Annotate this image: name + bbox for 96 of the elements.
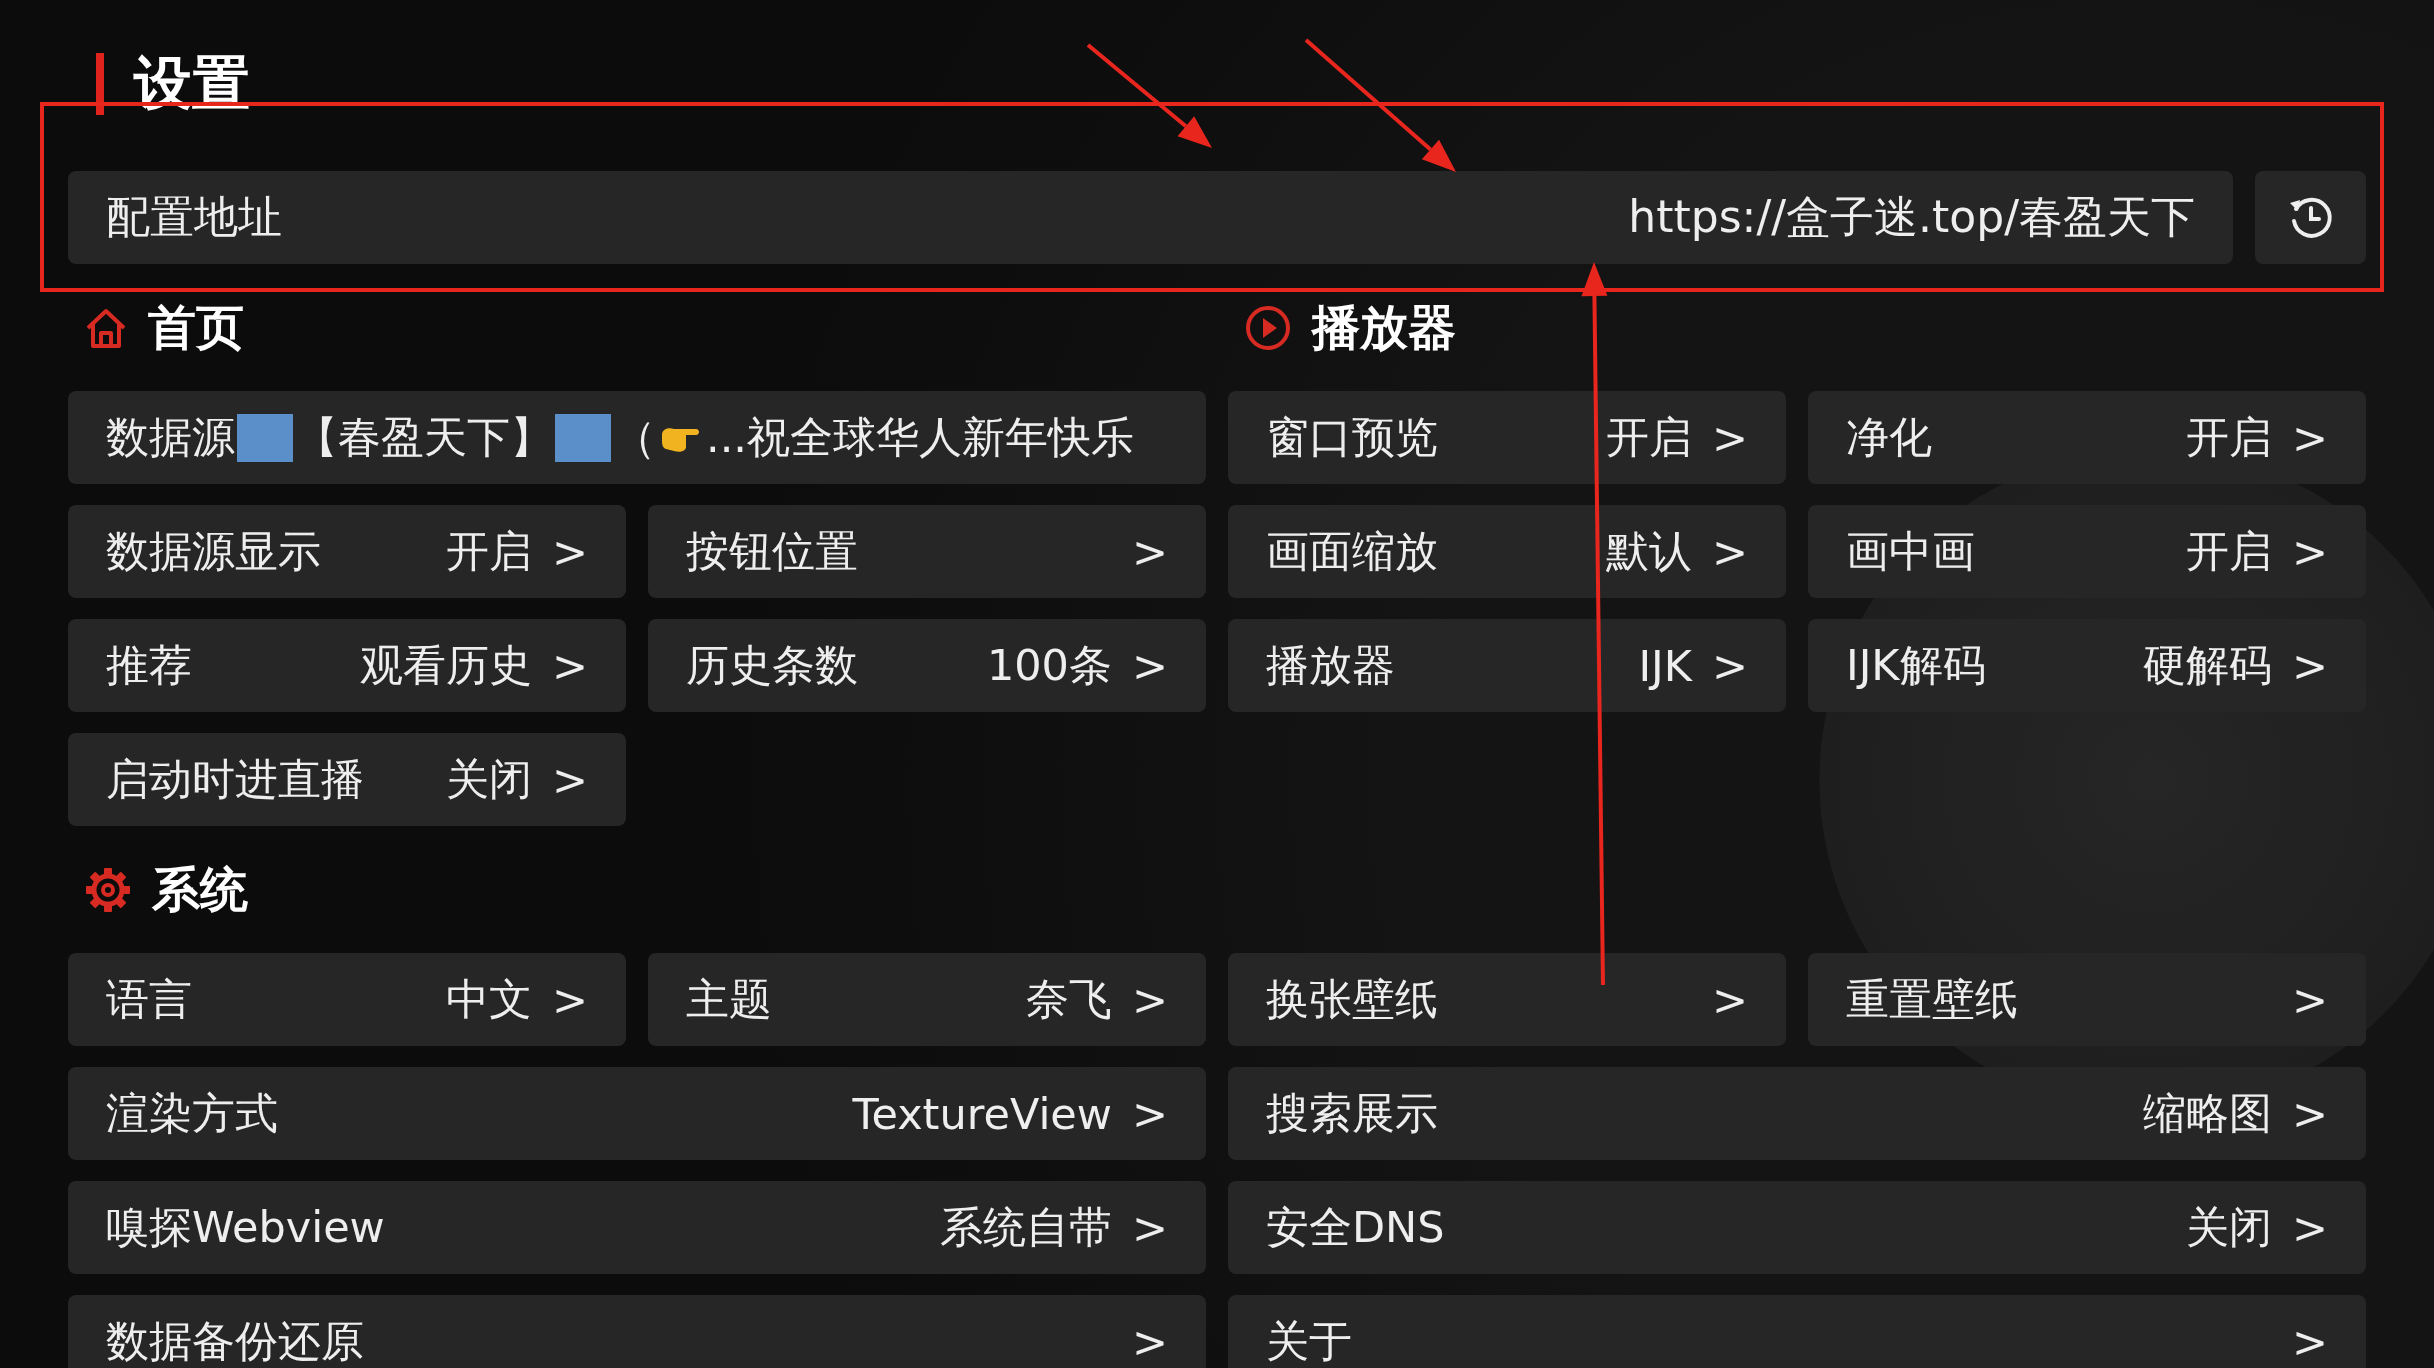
play-icon xyxy=(1244,303,1292,352)
chevron: > xyxy=(2291,1202,2328,1253)
setting-label: 画中画 xyxy=(1846,524,1976,578)
source-name: （ xyxy=(613,410,656,464)
chevron: > xyxy=(551,640,588,691)
setting-item[interactable]: 推荐 观看历史 > xyxy=(68,619,626,712)
setting-item[interactable]: 语言 中文 > xyxy=(68,953,626,1046)
setting-label: 数据源 xyxy=(106,410,235,464)
chevron: > xyxy=(1711,640,1748,691)
setting-label: 画面缩放 xyxy=(1266,524,1439,578)
setting-item[interactable]: IJK解码 硬解码 > xyxy=(1808,619,2366,712)
chevron: > xyxy=(1131,1088,1168,1139)
setting-value: 开启 xyxy=(2185,524,2272,578)
title-accent-bar xyxy=(96,53,104,115)
color-block xyxy=(237,413,293,462)
setting-value: IJK xyxy=(1638,640,1692,691)
setting-value: 关闭 xyxy=(2185,1200,2272,1254)
setting-item[interactable]: 渲染方式 TextureView > xyxy=(68,1067,1206,1160)
setting-item[interactable]: 数据备份还原 > xyxy=(68,1295,1206,1368)
setting-item[interactable]: 安全DNS 关闭 > xyxy=(1228,1181,2366,1274)
chevron: > xyxy=(2291,640,2328,691)
setting-label: 语言 xyxy=(106,972,193,1026)
setting-label: 播放器 xyxy=(1266,638,1396,692)
setting-item[interactable]: 重置壁纸 > xyxy=(1808,953,2366,1046)
setting-label: 净化 xyxy=(1846,410,1933,464)
setting-label: 窗口预览 xyxy=(1266,410,1439,464)
setting-value: 系统自带 xyxy=(939,1200,1112,1254)
setting-value: TextureView xyxy=(852,1088,1112,1139)
setting-item[interactable]: 窗口预览 开启 > xyxy=(1228,391,1786,484)
color-block xyxy=(555,413,611,462)
setting-label: 搜索展示 xyxy=(1266,1086,1439,1140)
chevron: > xyxy=(551,526,588,577)
setting-label: 嗅探Webview xyxy=(106,1200,386,1254)
chevron: > xyxy=(2291,974,2328,1025)
setting-label: 启动时进直播 xyxy=(106,752,365,806)
setting-value: 硬解码 xyxy=(2142,638,2272,692)
setting-item[interactable]: 播放器 IJK > xyxy=(1228,619,1786,712)
setting-value: 观看历史 xyxy=(359,638,532,692)
setting-value: 默认 xyxy=(1605,524,1692,578)
setting-item[interactable]: 按钮位置 > xyxy=(648,505,1206,598)
setting-label: IJK解码 xyxy=(1846,638,1987,692)
setting-label: 关于 xyxy=(1266,1314,1353,1368)
section-title: 播放器 xyxy=(1312,297,1456,357)
chevron: > xyxy=(551,974,588,1025)
chevron: > xyxy=(2291,526,2328,577)
setting-label: 主题 xyxy=(686,972,773,1026)
setting-item[interactable]: 换张壁纸 > xyxy=(1228,953,1786,1046)
setting-value: 奈飞 xyxy=(1025,972,1112,1026)
source-name: ...祝全球华人新年快乐 xyxy=(706,410,1134,464)
setting-item[interactable]: 画中画 开启 > xyxy=(1808,505,2366,598)
section-title: 首页 xyxy=(148,297,244,357)
chevron: > xyxy=(551,754,588,805)
chevron: > xyxy=(2291,1088,2328,1139)
source-name: 【春盈天下】 xyxy=(295,410,553,464)
settings-icon xyxy=(84,865,132,914)
chevron: > xyxy=(2291,1316,2328,1367)
setting-item[interactable]: 主题 奈飞 > xyxy=(648,953,1206,1046)
history-button[interactable] xyxy=(2255,171,2366,264)
setting-item[interactable]: 嗅探Webview 系统自带 > xyxy=(68,1181,1206,1274)
config-address-field[interactable]: 配置地址 https://盒子迷.top/春盈天下 xyxy=(68,171,2233,264)
setting-label: 安全DNS xyxy=(1266,1200,1446,1254)
setting-item[interactable]: 数据源显示 开启 > xyxy=(68,505,626,598)
chevron: > xyxy=(1711,526,1748,577)
setting-item[interactable]: 关于 > xyxy=(1228,1295,2366,1368)
chevron: > xyxy=(1131,1316,1168,1367)
chevron: > xyxy=(1131,1202,1168,1253)
setting-value: 开启 xyxy=(1605,410,1692,464)
chevron: > xyxy=(1711,974,1748,1025)
field-value: https://盒子迷.top/春盈天下 xyxy=(1628,190,2195,244)
setting-value: 关闭 xyxy=(445,752,532,806)
setting-label: 数据备份还原 xyxy=(106,1314,365,1368)
setting-label: 推荐 xyxy=(106,638,193,692)
chevron: > xyxy=(1711,412,1748,463)
setting-item[interactable]: 启动时进直播 关闭 > xyxy=(68,733,626,826)
setting-label: 按钮位置 xyxy=(686,524,859,578)
chevron: > xyxy=(1131,640,1168,691)
chevron: > xyxy=(2291,412,2328,463)
setting-value: 100条 xyxy=(986,638,1112,692)
setting-label: 重置壁纸 xyxy=(1846,972,2019,1026)
setting-item[interactable]: 数据源 【春盈天下】 （ ...祝全球华人新年快乐 xyxy=(68,391,1206,484)
setting-item[interactable]: 历史条数 100条 > xyxy=(648,619,1206,712)
setting-item[interactable]: 画面缩放 默认 > xyxy=(1228,505,1786,598)
setting-value: 开启 xyxy=(2185,410,2272,464)
setting-value: 缩略图 xyxy=(2142,1086,2272,1140)
setting-label: 数据源显示 xyxy=(106,524,322,578)
setting-label: 历史条数 xyxy=(686,638,859,692)
section-title: 系统 xyxy=(152,859,248,919)
setting-item[interactable]: 净化 开启 > xyxy=(1808,391,2366,484)
setting-value: 开启 xyxy=(445,524,532,578)
field-label: 配置地址 xyxy=(106,190,282,244)
setting-value: 中文 xyxy=(445,972,532,1026)
chevron: > xyxy=(1131,526,1168,577)
setting-label: 换张壁纸 xyxy=(1266,972,1439,1026)
setting-item[interactable]: 搜索展示 缩略图 > xyxy=(1228,1067,2366,1160)
setting-label: 渲染方式 xyxy=(106,1086,279,1140)
chevron: > xyxy=(1131,974,1168,1025)
